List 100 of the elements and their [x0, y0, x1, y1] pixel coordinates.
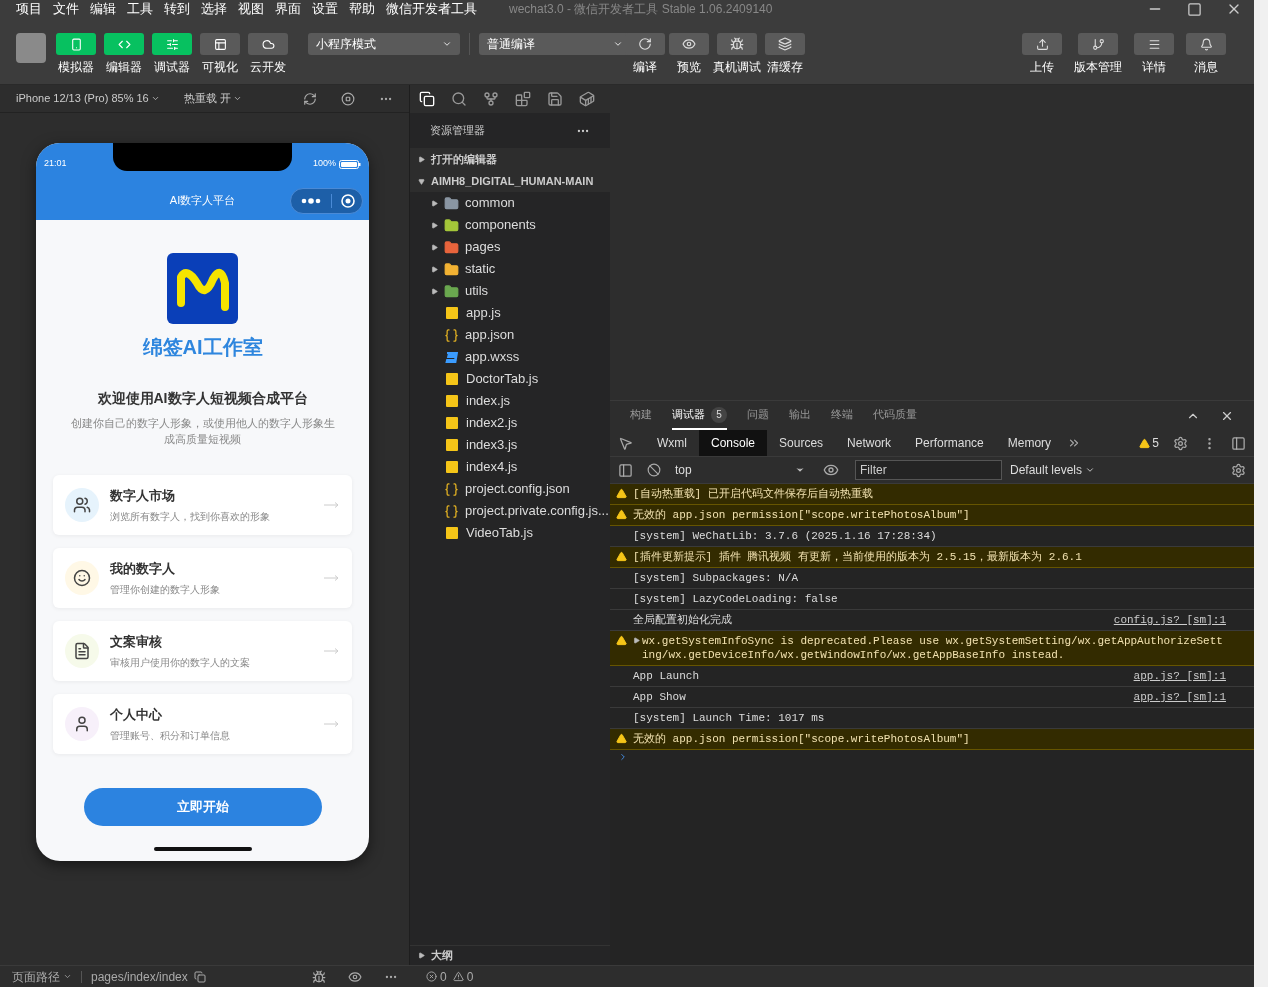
- panel-tab[interactable]: 构建: [630, 401, 652, 430]
- source-link[interactable]: app.js? [sm]:1: [1133, 690, 1226, 704]
- file-tree-item[interactable]: static: [410, 258, 610, 280]
- panel-tab[interactable]: 终端: [831, 401, 853, 430]
- feature-card[interactable]: 文案审核 审核用户使用你的数字人的文案: [53, 621, 352, 681]
- devtools-tab[interactable]: Memory: [995, 430, 1064, 456]
- source-link[interactable]: app.js? [sm]:1: [1133, 669, 1226, 683]
- expand-arrow-icon[interactable]: [431, 199, 438, 207]
- branch-icon[interactable]: [483, 91, 499, 107]
- devtools-tab[interactable]: Wxml: [645, 430, 699, 456]
- file-tree-item[interactable]: app.js: [410, 302, 610, 324]
- expand-arrow-icon[interactable]: [633, 637, 640, 644]
- bug-icon[interactable]: [312, 969, 326, 984]
- save-icon[interactable]: [547, 91, 563, 107]
- clear-icon[interactable]: [647, 463, 661, 477]
- feature-card[interactable]: 数字人市场 浏览所有数字人，找到你喜欢的形象: [53, 475, 352, 535]
- dock-icon[interactable]: [1231, 435, 1246, 451]
- mode-toggle[interactable]: [152, 33, 192, 55]
- prompt-icon[interactable]: [618, 752, 628, 762]
- mode-toggle[interactable]: [104, 33, 144, 55]
- context-select[interactable]: top: [675, 461, 805, 479]
- feature-card[interactable]: 我的数字人 管理你创建的数字人形象: [53, 548, 352, 608]
- settings-icon[interactable]: [1231, 462, 1246, 478]
- menu-item[interactable]: 视图: [238, 0, 264, 19]
- file-tree-item[interactable]: app.json: [410, 324, 610, 346]
- feature-card[interactable]: 个人中心 管理账号、积分和订单信息: [53, 694, 352, 754]
- toolbar-action[interactable]: [1186, 33, 1226, 55]
- menu-item[interactable]: 项目: [16, 0, 42, 19]
- mode-toggle[interactable]: [248, 33, 288, 55]
- file-tree-item[interactable]: index.js: [410, 390, 610, 412]
- menu-item[interactable]: 编辑: [90, 0, 116, 19]
- inspect-icon[interactable]: [618, 435, 633, 451]
- file-tree-item[interactable]: utils: [410, 280, 610, 302]
- devtools-tab[interactable]: Network: [835, 430, 904, 456]
- file-tree-item[interactable]: index4.js: [410, 456, 610, 478]
- tree-section-header[interactable]: AIMH8_DIGITAL_HUMAN-MAIN: [410, 170, 610, 192]
- eye-icon[interactable]: [823, 462, 839, 478]
- filter-field[interactable]: Filter: [855, 460, 1002, 480]
- devtools-tab[interactable]: Console: [699, 430, 768, 456]
- expand-arrow-icon[interactable]: [418, 952, 425, 959]
- menu-item[interactable]: 界面: [275, 0, 301, 19]
- file-tree-item[interactable]: common: [410, 192, 610, 214]
- warning-count[interactable]: 0: [466, 967, 474, 986]
- refresh-icon[interactable]: [303, 91, 317, 106]
- menu-item[interactable]: 帮助: [349, 0, 375, 19]
- expand-arrow-icon[interactable]: [418, 155, 425, 163]
- devtools-tab[interactable]: Performance: [903, 430, 996, 456]
- toolbar-action[interactable]: [1078, 33, 1118, 55]
- device-select[interactable]: iPhone 12/13 (Pro) 85% 16: [16, 90, 160, 107]
- close-target-icon[interactable]: [341, 193, 355, 208]
- files-icon[interactable]: [419, 91, 435, 107]
- warning-count[interactable]: 5: [1152, 434, 1159, 452]
- file-tree-item[interactable]: project.config.json: [410, 478, 610, 500]
- file-tree-item[interactable]: index2.js: [410, 412, 610, 434]
- expand-arrow-icon[interactable]: [431, 287, 438, 295]
- copy-icon[interactable]: [193, 970, 206, 983]
- expand-arrow-icon[interactable]: [418, 177, 425, 185]
- file-tree-item[interactable]: index3.js: [410, 434, 610, 456]
- menu-item[interactable]: 转到: [164, 0, 190, 19]
- menu-item[interactable]: 文件: [53, 0, 79, 19]
- tree-section-header[interactable]: 打开的编辑器: [410, 148, 610, 170]
- container-icon[interactable]: [579, 91, 595, 107]
- extensions-icon[interactable]: [515, 91, 531, 107]
- page-path-select[interactable]: 页面路径: [12, 967, 72, 986]
- settings-icon[interactable]: [1173, 435, 1188, 451]
- expand-arrow-icon[interactable]: [431, 243, 438, 251]
- capsule-menu[interactable]: [290, 187, 363, 214]
- stop-icon[interactable]: [341, 91, 355, 106]
- mode-toggle[interactable]: [200, 33, 240, 55]
- search-icon[interactable]: [451, 91, 467, 107]
- toolbar-action[interactable]: [669, 33, 709, 55]
- expand-arrow-icon[interactable]: [431, 265, 438, 273]
- hot-reload-select[interactable]: 热重载 开: [183, 90, 242, 107]
- menu-item[interactable]: 设置: [312, 0, 338, 19]
- toolbar-action[interactable]: [1022, 33, 1062, 55]
- start-button[interactable]: 立即开始: [83, 788, 322, 826]
- toolbar-action[interactable]: [765, 33, 805, 55]
- file-tree-item[interactable]: VideoTab.js: [410, 522, 610, 544]
- panel-tab[interactable]: 输出: [789, 401, 811, 430]
- expand-arrow-icon[interactable]: [431, 221, 438, 229]
- file-tree-item[interactable]: project.private.config.js...: [410, 500, 610, 522]
- menu-item[interactable]: 微信开发者工具: [386, 0, 477, 19]
- panel-tab[interactable]: 问题: [747, 401, 769, 430]
- levels-select[interactable]: Default levels: [1010, 461, 1096, 479]
- eye-icon[interactable]: [348, 969, 362, 984]
- source-link[interactable]: config.js? [sm]:1: [1113, 613, 1226, 627]
- devtools-tab[interactable]: Sources: [767, 430, 836, 456]
- mode-toggle[interactable]: [56, 33, 96, 55]
- menu-item[interactable]: 工具: [127, 0, 153, 19]
- file-tree-item[interactable]: app.wxss: [410, 346, 610, 368]
- maximize-icon[interactable]: [1187, 1, 1202, 17]
- mode-select[interactable]: 小程序模式: [308, 33, 460, 55]
- panel-tab[interactable]: 代码质量: [873, 401, 917, 430]
- toolbar-action[interactable]: [625, 33, 665, 55]
- error-count[interactable]: 0: [440, 967, 447, 986]
- toolbar-action[interactable]: [1134, 33, 1174, 55]
- sidebar-toggle-icon[interactable]: [618, 462, 633, 478]
- file-tree-item[interactable]: components: [410, 214, 610, 236]
- menu-item[interactable]: 选择: [201, 0, 227, 19]
- file-tree-item[interactable]: DoctorTab.js: [410, 368, 610, 390]
